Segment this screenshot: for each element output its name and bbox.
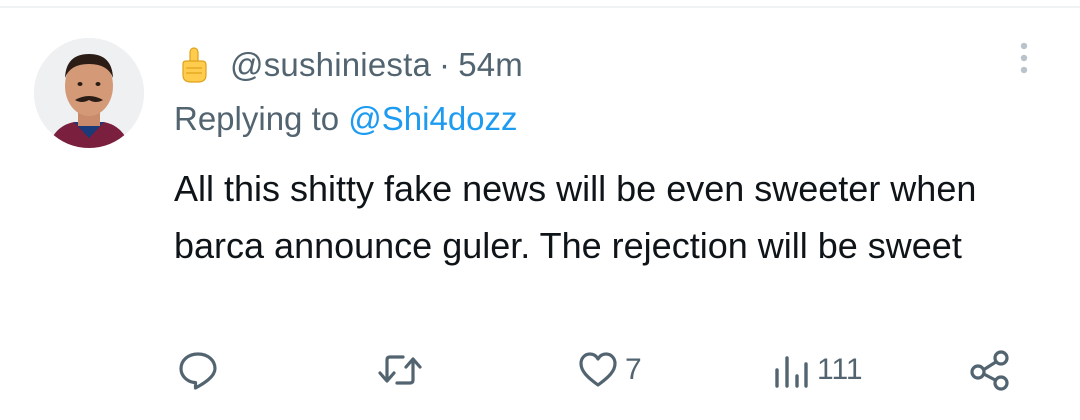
author-handle[interactable]: @sushiniesta	[230, 46, 431, 83]
like-count: 7	[625, 353, 642, 386]
reply-bubble-icon	[176, 348, 220, 392]
author-line: @sushiniesta · 54m	[230, 46, 523, 84]
avatar[interactable]	[34, 38, 144, 148]
meta-separator: ·	[439, 46, 451, 83]
views-count: 111	[817, 353, 863, 386]
retweet-icon	[375, 348, 425, 392]
tweet-header: @sushiniesta · 54m	[174, 42, 523, 88]
reply-mention-link[interactable]: @Shi4dozz	[348, 100, 517, 137]
like-button[interactable]: 7	[577, 348, 642, 392]
heart-icon	[577, 348, 619, 392]
views-button[interactable]: 111	[771, 348, 863, 392]
share-icon	[968, 348, 1012, 392]
retweet-button[interactable]	[375, 348, 425, 392]
pointing-up-emoji-icon	[174, 45, 214, 85]
tweet-text: All this shitty fake news will be even s…	[174, 168, 977, 266]
share-button[interactable]	[968, 348, 1012, 392]
views-bars-icon	[771, 348, 811, 392]
reply-button[interactable]	[176, 348, 220, 392]
replying-to-line: Replying to @Shi4dozz	[174, 100, 518, 138]
replying-prefix: Replying to	[174, 100, 349, 137]
more-options-icon[interactable]	[1012, 40, 1036, 80]
tweet-time[interactable]: 54m	[458, 46, 523, 83]
top-divider	[0, 6, 1080, 8]
